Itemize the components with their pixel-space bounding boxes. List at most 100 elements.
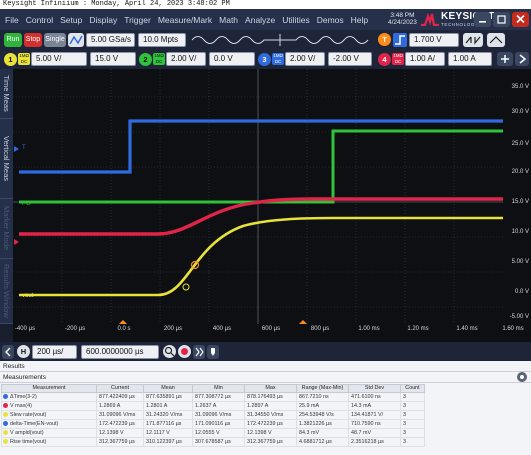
x-tick-label: 1.20 ms bbox=[407, 326, 429, 332]
menu-measure-mark[interactable]: Measure/Mark bbox=[158, 15, 212, 25]
single-button[interactable]: Single bbox=[44, 33, 66, 47]
pin-icon bbox=[211, 348, 215, 356]
channel-toolbar: 1 1MΩ DC 5.00 V/ 15.0 V 2 1MΩ DC 2.00 V/… bbox=[0, 49, 531, 69]
add-channel-button[interactable] bbox=[497, 52, 513, 66]
menu-trigger[interactable]: Trigger bbox=[124, 15, 151, 25]
cell-min: 12.0555 V bbox=[192, 428, 245, 438]
measurement-name: Slew rate(vout) bbox=[10, 412, 47, 418]
channel1-offset-field[interactable]: 15.0 V bbox=[90, 52, 136, 66]
measurement-settings-button[interactable] bbox=[517, 372, 527, 382]
cell-min: 307.678587 µs bbox=[192, 437, 245, 447]
cell-current: 12.1398 V bbox=[96, 428, 144, 438]
table-row[interactable]: V max(4) 1.2869 A 1.2801 A 1.2637 A 1.28… bbox=[1, 401, 425, 411]
tab-marker-mode[interactable]: Marker Mode bbox=[0, 199, 13, 259]
trigger-level-field[interactable]: 1.700 V bbox=[409, 33, 459, 47]
col-current[interactable]: Current bbox=[96, 384, 144, 393]
cell-min: 171.090116 µs bbox=[192, 419, 245, 429]
channel1-badge[interactable]: 1 bbox=[4, 53, 17, 66]
sample-rate-field[interactable]: 5.00 GSa/s bbox=[86, 33, 135, 47]
menu-help[interactable]: Help bbox=[351, 15, 368, 25]
menu-analyze[interactable]: Analyze bbox=[245, 15, 275, 25]
col-count[interactable]: Count bbox=[400, 384, 425, 393]
col-min[interactable]: Min bbox=[192, 384, 245, 393]
cell-count: 3 bbox=[400, 437, 425, 447]
measurement-name-cell: V ampld(vout) bbox=[1, 428, 97, 438]
channel4-trace bbox=[19, 197, 503, 236]
menu-demos[interactable]: Demos bbox=[317, 15, 344, 25]
trigger-waveform-icon bbox=[191, 34, 369, 46]
channel4-badge[interactable]: 4 bbox=[378, 53, 391, 66]
table-row[interactable]: delta-Time(EN-vout) 172.472239 µs 171.87… bbox=[1, 419, 425, 429]
menu-utilities[interactable]: Utilities bbox=[282, 15, 309, 25]
channel3-coupling[interactable]: 1MΩ DC bbox=[272, 53, 284, 65]
close-button[interactable] bbox=[512, 12, 529, 27]
trigger-source-badge[interactable]: T bbox=[378, 33, 391, 46]
maximize-button[interactable] bbox=[493, 12, 510, 27]
channel4-coupling[interactable]: 1MΩ DC bbox=[392, 53, 404, 65]
table-row[interactable]: V ampld(vout) 12.1398 V 12.1117 V 12.055… bbox=[1, 428, 425, 438]
zoom-button[interactable] bbox=[163, 345, 176, 358]
stop-button[interactable]: Stop bbox=[24, 33, 42, 47]
menu-display[interactable]: Display bbox=[89, 15, 117, 25]
channel1-trace bbox=[19, 216, 503, 297]
timebase-scale-field[interactable]: 200 µs/ bbox=[32, 345, 77, 359]
trigger-extra-button[interactable] bbox=[487, 33, 505, 47]
cell-current: 31.09096 V/ms bbox=[96, 410, 144, 420]
col-measurement[interactable]: Measurement bbox=[1, 384, 97, 393]
y-tick-label: 15.0 V bbox=[511, 199, 529, 205]
channel2-scale-field[interactable]: 2.00 V/ bbox=[166, 52, 206, 66]
menu-file[interactable]: File bbox=[5, 15, 19, 25]
run-button[interactable]: Run bbox=[4, 33, 22, 47]
cell-range: 867.7210 ns bbox=[296, 392, 349, 402]
tab-results-window[interactable]: Results Window bbox=[0, 259, 13, 324]
channel3-offset-field[interactable]: -2.00 V bbox=[328, 52, 372, 66]
x-tick-label: 600 µs bbox=[261, 326, 281, 332]
timebase-back-button[interactable] bbox=[2, 345, 14, 359]
channel3-scale-field[interactable]: 2.00 V/ bbox=[285, 52, 325, 66]
cell-std-dev: 134.41871 V/ bbox=[348, 410, 401, 420]
timebase-pin-button[interactable] bbox=[207, 345, 219, 359]
col-max[interactable]: Max bbox=[244, 384, 297, 393]
channel2-coupling[interactable]: 1MΩ DC bbox=[153, 53, 165, 65]
channel-dot-icon bbox=[3, 430, 8, 436]
x-tick-label: 0.0 s bbox=[117, 326, 131, 332]
timebase-position-field[interactable]: 600.0000000 µs bbox=[81, 345, 159, 359]
close-icon bbox=[516, 14, 525, 24]
cell-max: 12.1398 V bbox=[244, 428, 297, 438]
autoscale-button[interactable] bbox=[68, 33, 84, 47]
clock-date: 4/24/2023 bbox=[388, 19, 417, 26]
trigger-settings-button[interactable] bbox=[463, 33, 483, 47]
table-row[interactable]: ΔTime(3-2) 877.422409 µs 877.635891 µs 8… bbox=[1, 392, 425, 402]
channel1-scale-field[interactable]: 5.00 V/ bbox=[31, 52, 87, 66]
table-row[interactable]: Rise time(vout) 312.367759 µs 310.122397… bbox=[1, 437, 425, 447]
menu-control[interactable]: Control bbox=[26, 15, 53, 25]
col-mean[interactable]: Mean bbox=[143, 384, 193, 393]
record-button[interactable] bbox=[178, 345, 191, 358]
tab-vertical-meas[interactable]: Vertical Meas bbox=[0, 119, 13, 199]
channel1-coupling[interactable]: 1MΩ DC bbox=[18, 53, 30, 65]
rising-edge-icon[interactable] bbox=[393, 33, 407, 47]
col-range[interactable]: Range (Max-Min) bbox=[296, 384, 349, 393]
cell-max: 312.367759 µs bbox=[244, 437, 297, 447]
channel4-scale-field[interactable]: 1.00 A/ bbox=[405, 52, 445, 66]
col-std-dev[interactable]: Std Dev bbox=[348, 384, 401, 393]
x-tick-label: 1.00 ms bbox=[358, 326, 380, 332]
y-tick-label: 0.0 V bbox=[514, 289, 529, 295]
tab-time-meas[interactable]: Time Meas bbox=[0, 69, 13, 119]
channel2-badge[interactable]: 2 bbox=[139, 53, 152, 66]
add-icon bbox=[501, 55, 509, 63]
channel-more-button[interactable] bbox=[515, 52, 529, 66]
channel2-offset-field[interactable]: 0.0 V bbox=[209, 52, 255, 66]
minimize-button[interactable] bbox=[474, 12, 491, 27]
memory-depth-field[interactable]: 10.0 Mpts bbox=[138, 33, 186, 47]
channel3-badge[interactable]: 3 bbox=[258, 53, 271, 66]
timebase-forward-button[interactable] bbox=[193, 345, 205, 359]
menu-math[interactable]: Math bbox=[219, 15, 238, 25]
menu-setup[interactable]: Setup bbox=[60, 15, 82, 25]
horizontal-badge[interactable]: H bbox=[17, 345, 30, 358]
table-row[interactable]: Slew rate(vout) 31.09096 V/ms 31.24320 V… bbox=[1, 410, 425, 420]
channel4-offset-field[interactable]: 1.00 A bbox=[448, 52, 492, 66]
waveform-display[interactable]: T PG vout bbox=[13, 69, 503, 324]
center-axes bbox=[13, 69, 503, 324]
channel4-marker-icon bbox=[14, 239, 19, 245]
